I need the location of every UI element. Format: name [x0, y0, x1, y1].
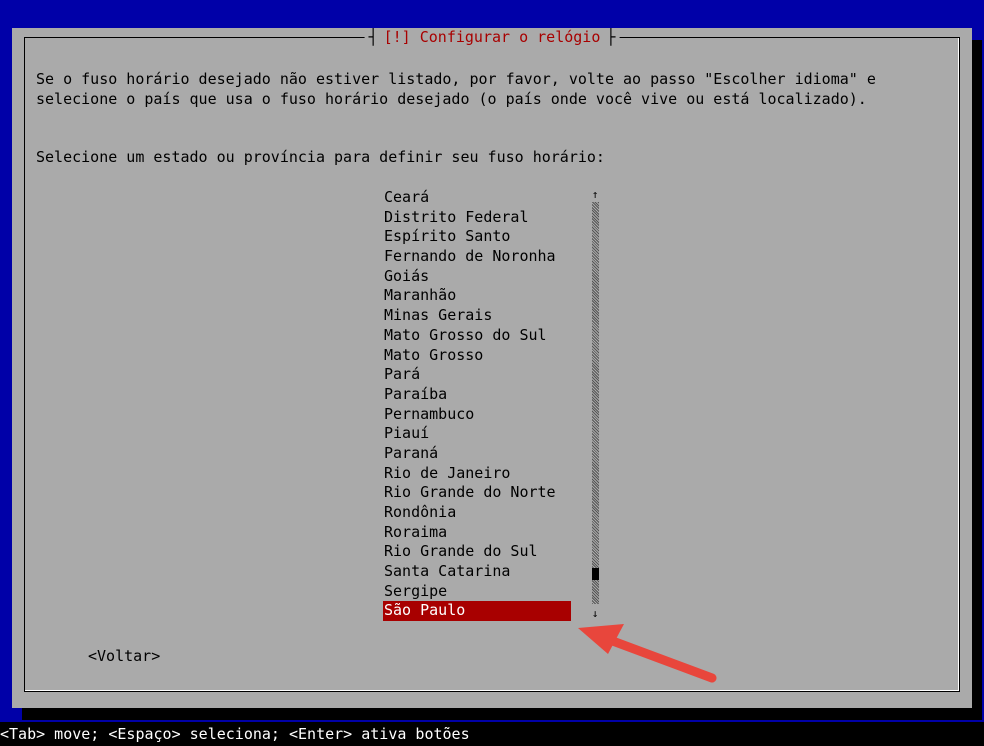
list-item[interactable]: Pernambuco	[383, 405, 571, 425]
list-item[interactable]: Fernando de Noronha	[383, 247, 571, 267]
title-right-bracket: ├	[606, 28, 616, 46]
installer-screen: ┤ [!] Configurar o relógio ├ Se o fuso hor…	[0, 0, 984, 746]
list-item[interactable]: Maranhão	[383, 286, 571, 306]
list-item[interactable]: Goiás	[383, 267, 571, 287]
scroll-track[interactable]	[592, 202, 599, 604]
list-item[interactable]: Mato Grosso	[383, 346, 571, 366]
list-scrollbar[interactable]: ↑ ↓	[590, 188, 600, 621]
list-item[interactable]: Ceará	[383, 188, 571, 208]
list-item[interactable]: Rondônia	[383, 503, 571, 523]
status-bar: <Tab> move; <Espaço> seleciona; <Enter> …	[0, 725, 470, 743]
list-item[interactable]: Minas Gerais	[383, 306, 571, 326]
list-item[interactable]: Espírito Santo	[383, 227, 571, 247]
dialog-title-wrap: ┤ [!] Configurar o relógio ├	[364, 28, 620, 48]
list-item[interactable]: São Paulo	[383, 601, 571, 622]
title-left-bracket: ┤	[368, 28, 378, 46]
list-item[interactable]: Paraíba	[383, 385, 571, 405]
list-item[interactable]: Paraná	[383, 444, 571, 464]
list-item[interactable]: Sergipe	[383, 582, 571, 602]
list-item[interactable]: Rio de Janeiro	[383, 464, 571, 484]
scroll-up-icon[interactable]: ↑	[590, 188, 600, 202]
list-item[interactable]: Distrito Federal	[383, 208, 571, 228]
list-item[interactable]: Piauí	[383, 424, 571, 444]
list-item[interactable]: Rio Grande do Norte	[383, 483, 571, 503]
list-item[interactable]: Roraima	[383, 523, 571, 543]
dialog-title: [!] Configurar o relógio	[383, 28, 601, 46]
list-item[interactable]: Pará	[383, 365, 571, 385]
timezone-state-list[interactable]: Ceará Distrito Federal Espírito Santo Ferna…	[383, 188, 571, 622]
red-arrow-icon	[578, 624, 717, 683]
back-button[interactable]: <Voltar>	[88, 647, 160, 667]
list-item[interactable]: Santa Catarina	[383, 562, 571, 582]
list-item[interactable]: Mato Grosso do Sul	[383, 326, 571, 346]
dialog-prompt: Selecione um estado ou província para de…	[36, 148, 605, 166]
dialog-message: Se o fuso horário desejado não estiver l…	[36, 70, 885, 108]
scroll-thumb[interactable]	[592, 568, 599, 580]
list-item[interactable]: Rio Grande do Sul	[383, 542, 571, 562]
